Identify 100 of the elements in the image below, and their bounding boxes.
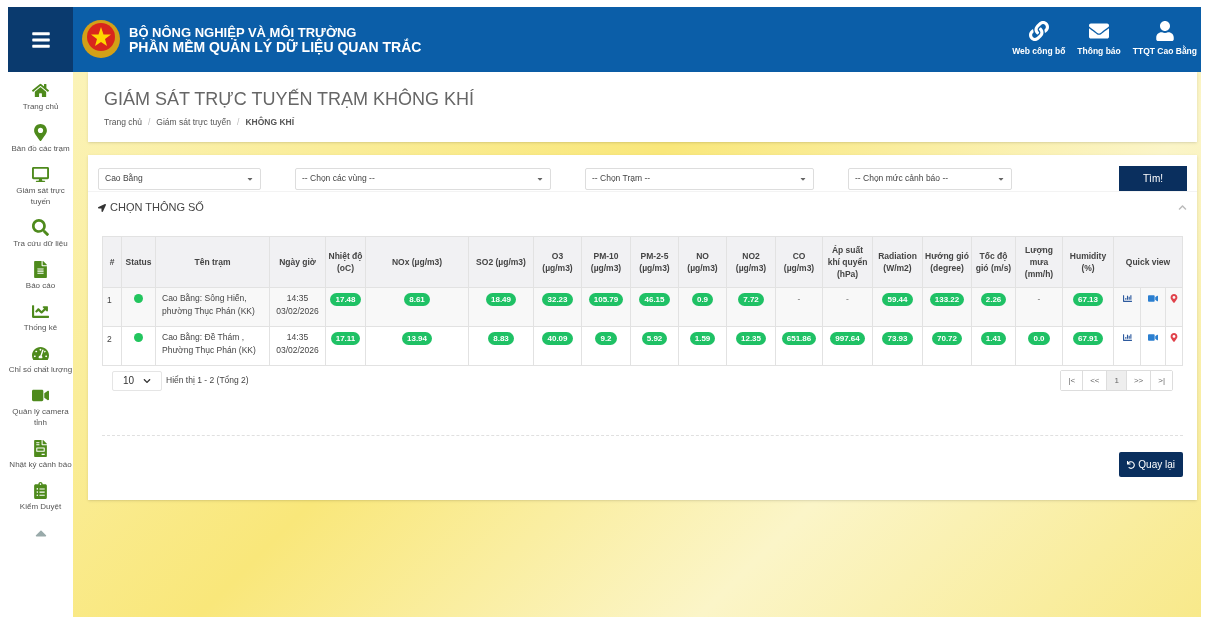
search-button[interactable]: Tìm! [1119,166,1187,191]
reading-badge: 5.92 [641,332,668,345]
map-pin-icon [32,124,49,141]
column-header: O3 (µg/m3) [533,236,582,288]
select-field[interactable]: -- Chọn Trạm -- [585,167,814,190]
reading-badge: 9.2 [595,332,617,345]
empty-reading: - [846,294,849,304]
pagination-button[interactable]: >| [1150,371,1172,390]
breadcrumb-separator: / [147,116,151,129]
station-name: Cao Bằng: Sông Hiến, phường Thục Phán (KK) [155,287,270,327]
header-action[interactable]: Thông báo [1077,21,1121,58]
search-document-icon [32,219,49,236]
header-action[interactable]: Web công bố [1012,21,1066,58]
sidebar-item[interactable]: Thống kê [8,303,73,333]
reading-badge: 12.35 [736,332,766,345]
mail-icon [1089,21,1110,42]
chart-icon[interactable] [1122,294,1132,303]
arrow-icon [98,203,106,212]
column-header: Ngày giờ [269,236,326,288]
reading-badge: 0.0 [1028,332,1050,345]
header-action[interactable]: TTQT Cao Bằng [1132,21,1197,58]
sidebar-item[interactable]: Kiểm Duyệt [8,482,73,512]
reading-badge: 17.48 [330,293,361,306]
sidebar-item[interactable]: Quản lý camera tỉnh [8,387,73,428]
undo-icon [1127,460,1136,469]
reading-badge: 0.9 [691,293,714,306]
page-size-select[interactable]: 10 [112,370,162,391]
station-name: Cao Bằng: Đề Thám , Phường Thục Phán (KK) [155,326,270,366]
reading-badge: 2.26 [980,293,1007,306]
reading-badge: 651.86 [781,332,817,345]
pagination-button[interactable]: 1 [1106,371,1126,390]
column-header: CO (µg/m3) [775,236,823,288]
monitor-icon [32,166,49,183]
menu-button[interactable] [8,7,73,72]
collapse-toggle[interactable] [1178,203,1187,212]
sidebar-item[interactable]: Báo cáo [8,261,73,291]
home-icon [32,82,49,99]
camera-icon[interactable] [1148,294,1158,303]
pagination-summary: Hiển thị 1 - 2 (Tổng 2) [166,374,249,387]
sidebar-item[interactable]: Nhật ký cảnh báo [8,440,73,470]
menu-icon [30,29,51,50]
column-header: # [102,236,122,288]
clipboard-icon [32,482,49,499]
column-header: Tên trạm [155,236,270,288]
date-text: 03/02/2026 [275,305,320,318]
column-header: Áp suất khí quyển (hPa) [822,236,873,288]
table-cell: 2 [102,326,122,366]
column-header: NO2 (µg/m3) [726,236,776,288]
camera-icon[interactable] [1148,333,1158,342]
select-field[interactable]: -- Chọn các vùng -- [295,167,551,190]
link-icon [1028,21,1049,42]
column-header: NOx (µg/m3) [365,236,469,288]
breadcrumb-link[interactable]: Trang chủ [104,116,142,129]
sidebar-item[interactable]: Trang chủ [8,82,73,112]
log-document-icon [32,440,49,457]
column-header: Humidity (%) [1062,236,1114,288]
reading-badge: 997.64 [830,332,865,345]
camera-icon [32,387,49,404]
reading-badge: 105.79 [588,293,624,306]
map-pin-icon[interactable] [1170,333,1178,342]
app-title: PHẦN MỀM QUẢN LÝ DỮ LIỆU QUAN TRẮC [129,39,422,55]
reading-badge: 17.11 [330,332,361,345]
reading-badge: 8.61 [404,293,430,306]
reading-badge: 8.83 [488,332,514,345]
select-field[interactable]: -- Chọn mức cảnh báo -- [848,167,1012,190]
reading-badge: 40.09 [542,332,573,345]
column-header: SO2 (µg/m3) [468,236,534,288]
map-pin-icon[interactable] [1170,294,1178,303]
reading-badge: 7.72 [738,293,764,306]
column-header: PM-10 (µg/m3) [581,236,631,288]
reading-badge: 1.59 [689,332,716,345]
chart-icon[interactable] [1122,333,1132,342]
column-header: Quick view [1113,236,1183,288]
trend-chart-icon [32,303,49,320]
empty-reading: - [1037,294,1041,304]
gauge-icon [32,345,49,362]
reading-badge: 59.44 [882,293,913,306]
page-title: GIÁM SÁT TRỰC TUYẾN TRẠM KHÔNG KHÍ [104,88,476,110]
empty-reading: - [797,294,801,304]
reading-badge: 18.49 [486,293,516,306]
select-field[interactable]: Cao Bằng [98,167,261,190]
chevron-up-icon [1178,203,1187,212]
reading-badge: 67.13 [1073,293,1103,306]
chevron-down-icon [143,376,151,385]
table-cell: 1 [102,287,122,327]
report-icon [32,261,49,278]
reading-badge: 1.41 [980,332,1007,345]
sidebar-item[interactable]: Tra cứu dữ liệu [8,219,73,249]
column-header: Tốc độ gió (m/s) [971,236,1016,288]
back-button[interactable]: Quay lại [1119,452,1183,477]
reading-badge: 32.23 [542,293,573,306]
breadcrumb-link[interactable]: Giám sát trực tuyến [156,116,231,129]
sidebar-item[interactable]: Chỉ số chất lượng [8,345,73,375]
column-header: Status [121,236,156,288]
column-header: Lượng mưa (mm/h) [1015,236,1063,288]
reading-badge: 13.94 [402,332,432,345]
reading-badge: 73.93 [882,332,913,345]
sidebar-item[interactable]: Bản đồ các trạm [8,124,73,154]
section-title: CHỌN THÔNG SỐ [110,200,204,216]
sidebar-item[interactable]: Giám sát trực tuyến [8,166,73,207]
